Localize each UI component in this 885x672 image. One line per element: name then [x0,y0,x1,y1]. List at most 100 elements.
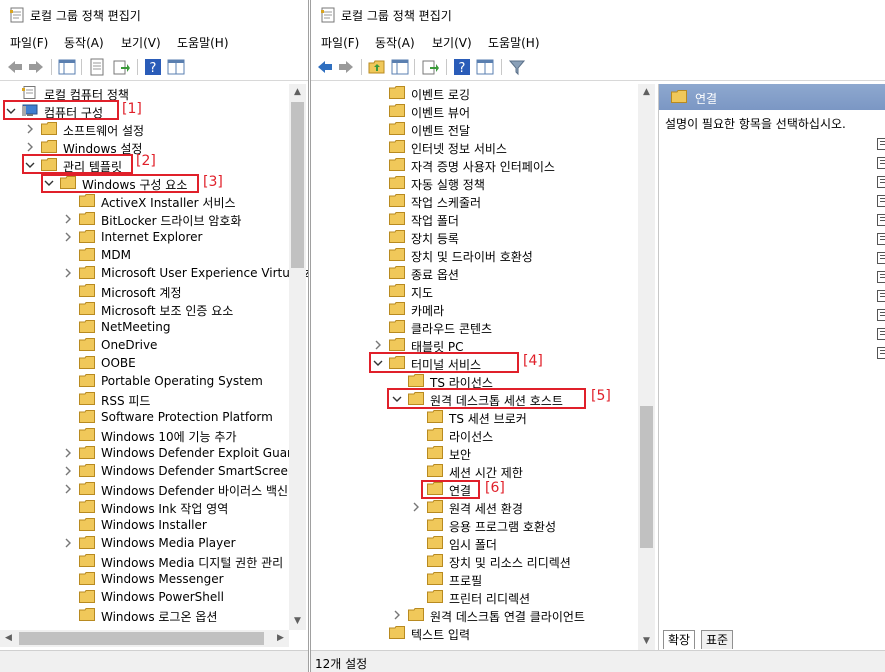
chevron-right-icon[interactable] [63,536,73,550]
detail-header: 연결 [659,84,885,110]
policy-editor-icon [321,7,335,23]
tree-item-label: Software Protection Platform [101,410,273,424]
export-list-icon[interactable] [112,58,130,76]
scroll-thumb[interactable] [291,102,304,268]
folder-icon [427,500,443,513]
status-bar: 12개 설정 [311,650,885,672]
folder-icon [79,320,95,333]
tree-item-label: BitLocker 드라이브 암호화 [101,214,242,228]
status-text: 12개 설정 [315,657,368,671]
highlight-box-1 [3,100,119,120]
scroll-right-icon[interactable]: ▶ [272,630,289,647]
export-list-icon[interactable] [421,58,439,76]
setting-item-icon[interactable] [877,138,885,150]
tree-item-label: 프로필 [449,574,483,588]
menu-bar: 파일(F) 동작(A) 보기(V) 도움말(H) [0,32,308,52]
chevron-right-icon[interactable] [25,122,35,136]
tree-item-label: Windows Installer [101,518,207,532]
setting-item-icon[interactable] [877,214,885,226]
chevron-right-icon[interactable] [25,140,35,154]
setting-item-icon[interactable] [877,233,885,245]
setting-item-icon[interactable] [877,290,885,302]
setting-item-icon[interactable] [877,347,885,359]
setting-item-icon[interactable] [877,195,885,207]
setting-item-icon[interactable] [877,271,885,283]
scroll-down-icon[interactable]: ▼ [289,613,306,630]
menu-file[interactable]: 파일(F) [10,34,48,51]
tab-standard[interactable]: 표준 [701,630,734,649]
vertical-scrollbar[interactable]: ▲ ▼ [289,84,306,630]
folder-icon [427,428,443,441]
menu-view[interactable]: 보기(V) [121,34,161,51]
view-icon[interactable] [167,58,185,76]
help-icon[interactable]: ? [453,58,471,76]
folder-icon [79,536,95,549]
chevron-right-icon[interactable] [63,446,73,460]
tree-item-label: Windows Media Player [101,536,236,550]
chevron-right-icon[interactable] [411,500,421,514]
tree-item-label: 텍스트 입력 [411,628,471,642]
folder-icon [79,410,95,423]
chevron-right-icon[interactable] [63,266,73,280]
tree-item-label: OOBE [101,356,136,370]
chevron-right-icon[interactable] [373,338,383,352]
tree-item-label: 원격 세션 환경 [449,502,523,516]
forward-arrow-icon[interactable] [27,58,45,76]
tree-item-label: Windows 로그온 옵션 [101,610,218,624]
view-icon[interactable] [476,58,494,76]
menu-help[interactable]: 도움말(H) [488,34,540,51]
folder-icon [79,608,95,621]
marker-3: [3] [203,174,223,190]
folder-icon [671,90,687,103]
properties-icon[interactable] [88,58,106,76]
tree-item-label: Portable Operating System [101,374,263,388]
chevron-right-icon[interactable] [63,482,73,496]
show-hide-tree-icon[interactable] [391,58,409,76]
folder-icon [79,482,95,495]
status-bar [0,650,308,672]
menu-file[interactable]: 파일(F) [321,34,359,51]
chevron-right-icon[interactable] [392,608,402,622]
scroll-thumb[interactable] [640,406,653,548]
svg-text:?: ? [150,61,157,76]
scroll-down-icon[interactable]: ▼ [638,633,655,650]
help-icon[interactable]: ? [144,58,162,76]
hscroll-thumb[interactable] [19,632,264,645]
menu-view[interactable]: 보기(V) [432,34,472,51]
setting-item-icon[interactable] [877,157,885,169]
tree-item-label: Internet Explorer [101,230,203,244]
tree-item-label: 세션 시간 제한 [449,466,523,480]
horizontal-scrollbar[interactable]: ◀ ▶ [0,630,289,647]
tab-extended[interactable]: 확장 [663,630,696,649]
scroll-up-icon[interactable]: ▲ [638,84,655,101]
back-arrow-icon[interactable] [316,58,334,76]
setting-item-icon[interactable] [877,309,885,321]
up-folder-icon[interactable] [368,58,386,76]
tree-item-label: 인터넷 정보 서비스 [411,142,507,156]
forward-arrow-icon[interactable] [337,58,355,76]
tree-item-label: Windows Ink 작업 영역 [101,502,229,516]
filter-icon[interactable] [508,58,526,76]
tree-item-label: 장치 및 드라이버 호환성 [411,250,533,264]
tree-item-label: 라이선스 [449,430,494,444]
folder-icon [389,194,405,207]
chevron-right-icon[interactable] [63,230,73,244]
scroll-left-icon[interactable]: ◀ [0,630,17,647]
scroll-up-icon[interactable]: ▲ [289,84,306,101]
folder-icon [389,338,405,351]
folder-icon [389,302,405,315]
chevron-right-icon[interactable] [63,212,73,226]
menu-help[interactable]: 도움말(H) [177,34,229,51]
tree-item-label: Windows Media 디지털 권한 관리 [101,556,284,570]
setting-item-icon[interactable] [877,252,885,264]
menu-action[interactable]: 동작(A) [375,34,415,51]
folder-icon [41,122,57,135]
back-arrow-icon[interactable] [6,58,24,76]
show-hide-tree-icon[interactable] [58,58,76,76]
chevron-right-icon[interactable] [63,464,73,478]
setting-item-icon[interactable] [877,328,885,340]
menu-action[interactable]: 동작(A) [64,34,104,51]
tree-item-label: RSS 피드 [101,394,151,408]
vertical-scrollbar[interactable]: ▲ ▼ [638,84,655,650]
setting-item-icon[interactable] [877,176,885,188]
